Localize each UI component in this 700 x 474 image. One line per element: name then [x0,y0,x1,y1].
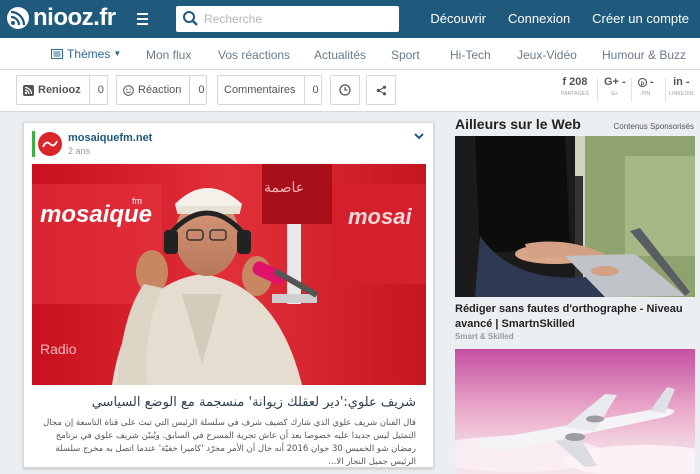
article-description: قال الفنان شريف علوي الذي شارك كضيف شرف … [43,418,416,467]
search-icon[interactable] [182,10,199,27]
site-logo[interactable]: niooz.fr [7,6,116,30]
pinterest-count: - [650,76,654,88]
facebook-icon: f [562,76,567,88]
svg-text:fm: fm [132,196,142,206]
caret-down-icon: ▼ [113,49,122,58]
nav-hitech[interactable]: Hi-Tech [450,38,491,70]
sidebar-title: Ailleurs sur le Web [455,116,581,132]
rss-icon [23,84,34,96]
svg-text:عاصمة: عاصمة [264,179,304,195]
comments-label: Commentaires [224,84,296,96]
sponsored-label: Contenus Sponsorisés [613,122,695,131]
search-input[interactable] [204,9,394,29]
search-box [176,6,399,32]
nav-themes[interactable]: Thèmes ▼ [51,38,121,70]
gplus-sub: G+ [611,91,619,97]
nav-news[interactable]: Actualités [314,38,366,70]
nav-humour-buzz[interactable]: Humour & Buzz [602,38,686,70]
clock-icon [339,84,351,96]
smiley-icon [123,84,134,96]
login-link[interactable]: Connexion [497,0,581,38]
nav-my-feed[interactable]: Mon flux [146,38,191,70]
divider [597,78,598,102]
ad-source: Smart & Skilled [455,332,514,341]
signup-link[interactable]: Créer un compte [581,0,700,38]
linkedin-icon: in [673,76,683,88]
ad-image-airplane[interactable] [455,349,695,474]
nav-themes-label: Thèmes [67,47,111,61]
reniooz-label: Reniooz [38,84,81,96]
nav-bar: Thèmes ▼ Mon flux Vos réactions Actualit… [0,38,700,70]
source-accent [32,131,35,157]
article-title[interactable]: شريف علوي:'دير لعقلك زيوانة' منسجمة مع ا… [32,395,416,410]
gplus-icon: G+ [604,76,619,88]
reniooz-count: 0 [97,84,104,96]
facebook-count: 208 [569,76,588,88]
pinterest-sub: PIN [641,91,651,97]
share-icon [376,85,386,95]
linkedin-share[interactable]: in - LINKEDIN [669,76,694,97]
facebook-share[interactable]: f 208 PARTAGES [561,76,589,97]
divider [631,78,632,102]
reaction-button[interactable]: Réaction 0 [116,75,207,105]
chevron-down-icon[interactable] [413,131,425,141]
reaction-count: 0 [198,84,205,96]
nav-your-reactions[interactable]: Vos réactions [218,38,290,70]
article-card[interactable]: mosaiquefm.net 2 ans mosaique fm Radio m… [23,122,434,468]
ad-title[interactable]: Rédiger sans fautes d'orthographe - Nive… [455,302,700,332]
linkedin-sub: LINKEDIN [669,91,694,97]
facebook-sub: PARTAGES [561,91,589,97]
share-button[interactable] [366,75,396,105]
nav-sport[interactable]: Sport [391,38,420,70]
svg-text:mosai: mosai [348,204,412,229]
ad-image-laptop[interactable] [455,136,695,297]
svg-text:p: p [641,80,645,86]
source-logo[interactable] [38,132,62,156]
gplus-share[interactable]: G+ - G+ [604,76,626,97]
discover-link[interactable]: Découvrir [419,0,497,38]
linkedin-count: - [685,76,690,88]
pinterest-icon: p [638,77,647,87]
themes-icon [51,49,63,59]
comments-count: 0 [312,84,319,96]
reniooz-button[interactable]: Reniooz 0 [16,75,108,105]
gplus-count: - [621,76,626,88]
article-image[interactable]: mosaique fm Radio mosai عاصمة [32,164,426,385]
top-bar: niooz.fr Découvrir Connexion Créer un co… [0,0,700,38]
divider [665,78,666,102]
history-button[interactable] [330,75,360,105]
pinterest-share[interactable]: p - PIN [638,76,654,97]
logo-wifi-icon [7,7,29,29]
nav-videogames[interactable]: Jeux-Vidéo [517,38,577,70]
menu-icon[interactable] [137,13,148,28]
action-bar: Reniooz 0 Réaction 0 Commentaires 0 f 20… [0,70,700,112]
reaction-label: Réaction [138,84,182,96]
svg-text:Radio: Radio [40,341,77,357]
article-time: 2 ans [68,146,91,156]
source-name[interactable]: mosaiquefm.net [68,132,152,144]
comments-button[interactable]: Commentaires 0 [217,75,322,105]
logo-text: niooz.fr [33,4,116,31]
